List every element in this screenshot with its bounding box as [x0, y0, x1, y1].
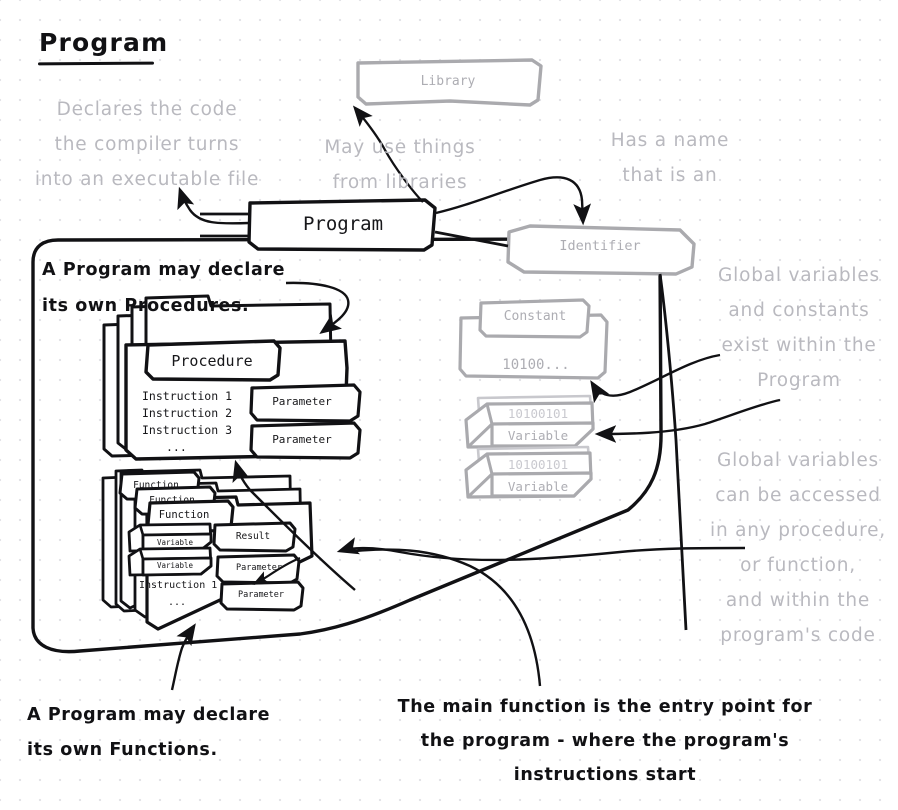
connector-program-to-identifier-line: [434, 230, 509, 248]
constant-node-label: Constant: [503, 309, 567, 324]
variable-node-2-label: Variable: [507, 479, 569, 494]
function-card-header-1: Function: [133, 480, 179, 491]
note-globals-can-be-accessed: Global variables can be accessed in any …: [710, 450, 886, 646]
program-node-label: Program: [302, 213, 384, 235]
caption-main-function-entry-point: The main function is the entry point for…: [397, 697, 813, 785]
connector-note-to-function-stack: [336, 537, 746, 562]
function-card-header-2: Function: [149, 495, 195, 506]
variable-node-1-label: Variable: [507, 428, 569, 443]
procedure-instruction-ellipsis: ...: [166, 440, 187, 454]
note-may-use-libraries: May use things from libraries: [324, 137, 476, 193]
library-node-label: Library: [420, 74, 476, 89]
connector-caption-to-procedure: [285, 281, 350, 334]
function-variable-2: Variable: [156, 561, 194, 570]
caption-program-declares-procedures: A Program may declare its own Procedures…: [42, 260, 286, 316]
procedure-instruction-3: Instruction 3: [142, 423, 233, 437]
diagram-canvas: Program Declares the code the compiler t…: [0, 0, 898, 810]
function-card-header-3: Function: [158, 509, 210, 521]
function-instruction-1: Instruction 1: [139, 580, 218, 591]
procedure-parameter-2: Parameter: [272, 433, 332, 446]
note-globals-exist-within-program: Global variables and constants exist wit…: [718, 265, 880, 391]
function-parameter-2: Parameter: [237, 590, 285, 600]
connector-main-caption-line: [354, 548, 542, 687]
variable-node-2-bits: 10100101: [507, 457, 569, 472]
connector-identifier-down: [658, 273, 688, 631]
page-title: Program: [39, 28, 169, 57]
function-result: Result: [235, 531, 271, 542]
caption-program-declares-functions: A Program may declare its own Functions.: [27, 705, 271, 760]
function-stack-shape: [101, 468, 314, 631]
procedure-parameter-1: Parameter: [272, 395, 332, 408]
title-underline: [37, 61, 155, 66]
function-parameter-1: Parameter: [235, 563, 283, 573]
procedure-instruction-2: Instruction 2: [142, 406, 233, 420]
identifier-node-label: Identifier: [559, 238, 641, 254]
constant-node-value: 10100...: [502, 357, 570, 373]
procedure-card-header: Procedure: [171, 352, 253, 370]
function-variable-1: Variable: [156, 538, 194, 547]
procedure-instruction-1: Instruction 1: [142, 389, 233, 403]
note-declares-code: Declares the code the compiler turns int…: [34, 99, 260, 190]
variable-node-1-bits: 10100101: [507, 406, 569, 421]
function-instruction-ellipsis: ...: [168, 597, 187, 608]
note-has-a-name: Has a name that is an: [610, 130, 730, 186]
connector-functions-caption-to-stack: [170, 623, 196, 691]
connector-note-to-variable: [594, 398, 781, 443]
